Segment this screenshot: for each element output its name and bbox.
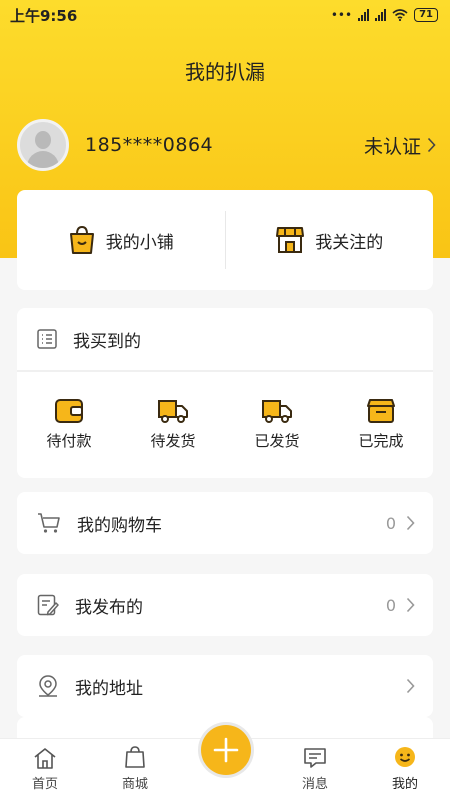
order-label: 已完成 bbox=[358, 431, 404, 450]
cart-label: 我的购物车 bbox=[77, 515, 162, 536]
shopping-bag-icon bbox=[69, 225, 94, 254]
shopping-bag-icon bbox=[125, 746, 145, 768]
message-icon bbox=[304, 748, 326, 768]
tab-home[interactable]: 首页 bbox=[0, 739, 90, 800]
chevron-right-icon bbox=[427, 137, 436, 153]
profile-row: 185****0864 未认证 bbox=[17, 117, 436, 173]
list-icon bbox=[37, 329, 57, 349]
my-follow-button[interactable]: 我关注的 bbox=[226, 210, 434, 270]
status-bar: 上午9:56 ••• 71 bbox=[0, 0, 450, 30]
order-status-row: 待付款 待发货 已发货 已完成 bbox=[17, 372, 433, 476]
status-icons: ••• 71 bbox=[331, 8, 438, 22]
tab-label: 我的 bbox=[391, 777, 418, 792]
my-follow-label: 我关注的 bbox=[315, 232, 384, 253]
box-icon bbox=[367, 398, 395, 423]
order-label: 待发货 bbox=[150, 431, 196, 450]
cart-count: 0 bbox=[385, 513, 396, 533]
truck-icon bbox=[158, 399, 188, 423]
bought-header[interactable]: 我买到的 bbox=[17, 308, 433, 372]
wallet-icon bbox=[55, 398, 83, 423]
signal-icon bbox=[375, 9, 387, 21]
publish-fab[interactable] bbox=[198, 722, 254, 778]
battery-icon: 71 bbox=[414, 8, 438, 22]
shop-card: 我的小铺 我关注的 bbox=[17, 190, 433, 290]
order-shipped[interactable]: 已发货 bbox=[225, 398, 329, 451]
tab-messages[interactable]: 消息 bbox=[270, 739, 360, 800]
chevron-right-icon bbox=[406, 597, 415, 613]
smiley-icon bbox=[395, 747, 415, 767]
cart-row[interactable]: 我的购物车 0 bbox=[17, 492, 433, 554]
home-icon bbox=[34, 748, 56, 769]
my-shop-button[interactable]: 我的小铺 bbox=[17, 210, 225, 270]
address-row[interactable]: 我的地址 bbox=[17, 655, 433, 717]
my-shop-label: 我的小铺 bbox=[105, 232, 174, 253]
store-icon bbox=[276, 227, 305, 253]
edit-note-icon bbox=[37, 594, 59, 616]
order-label: 待付款 bbox=[46, 431, 92, 450]
order-label: 已发货 bbox=[254, 431, 300, 450]
published-label: 我发布的 bbox=[75, 597, 143, 618]
status-time: 上午9:56 bbox=[10, 6, 78, 25]
order-completed[interactable]: 已完成 bbox=[329, 398, 433, 451]
tab-label: 首页 bbox=[31, 777, 58, 792]
published-count: 0 bbox=[385, 595, 396, 615]
order-pending-shipment[interactable]: 待发货 bbox=[121, 398, 225, 451]
order-pending-payment[interactable]: 待付款 bbox=[17, 398, 121, 451]
bought-card: 我买到的 待付款 待发货 已发货 已完成 bbox=[17, 308, 433, 478]
address-label: 我的地址 bbox=[75, 678, 143, 699]
bought-title: 我买到的 bbox=[73, 331, 141, 352]
plus-icon bbox=[213, 737, 239, 763]
page-title: 我的扒漏 bbox=[185, 60, 265, 84]
phone-number: 185****0864 bbox=[85, 134, 214, 156]
chevron-right-icon bbox=[406, 515, 415, 531]
published-row[interactable]: 我发布的 0 bbox=[17, 574, 433, 636]
chevron-right-icon bbox=[406, 678, 415, 694]
tab-mall[interactable]: 商城 bbox=[90, 739, 180, 800]
truck-icon bbox=[262, 399, 292, 423]
verify-link[interactable]: 未认证 bbox=[364, 132, 436, 159]
avatar[interactable] bbox=[17, 119, 69, 171]
signal-icon bbox=[358, 9, 370, 21]
dots-icon: ••• bbox=[330, 8, 353, 22]
verify-label: 未认证 bbox=[363, 135, 421, 158]
tab-mine[interactable]: 我的 bbox=[360, 739, 450, 800]
location-icon bbox=[39, 675, 57, 697]
cart-icon bbox=[38, 513, 60, 533]
wifi-icon bbox=[392, 9, 408, 21]
tab-label: 商城 bbox=[121, 777, 148, 792]
tab-label: 消息 bbox=[301, 777, 328, 792]
publish-button[interactable] bbox=[201, 725, 251, 775]
